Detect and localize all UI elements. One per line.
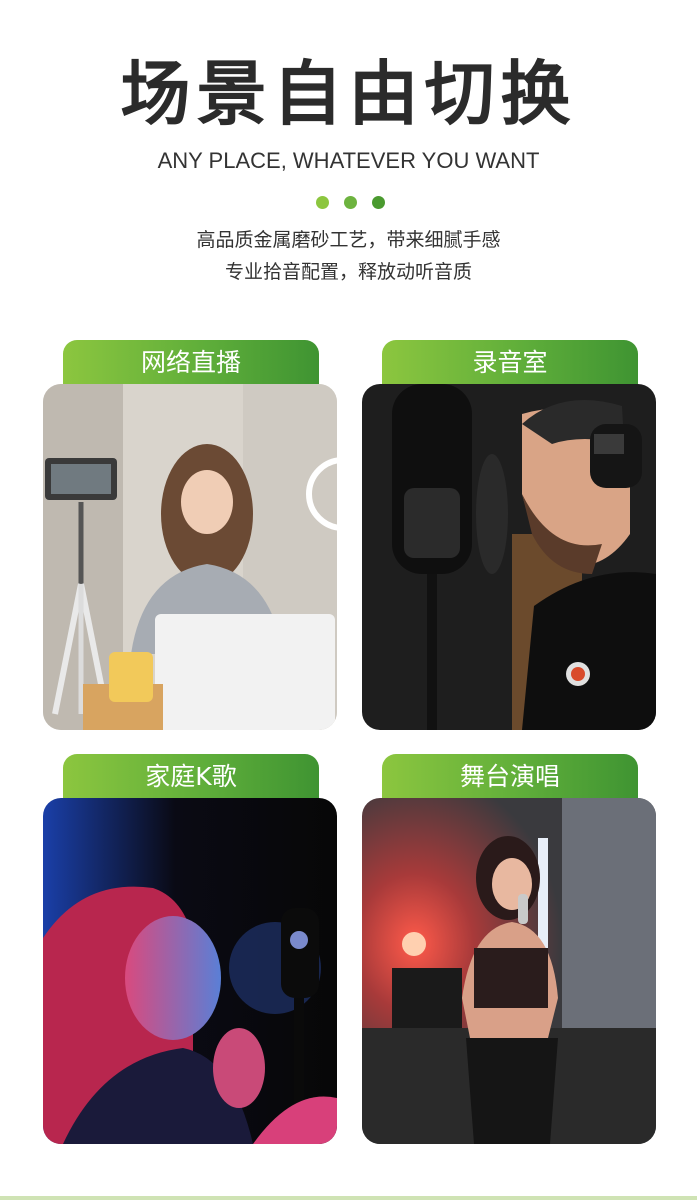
decorative-dots (316, 196, 388, 210)
dot-icon (372, 196, 385, 209)
description-line-1: 高品质金属磨砂工艺，带来细腻手感 (196, 229, 501, 251)
scene-label-karaoke: 家庭K歌 (63, 754, 319, 802)
livestream-photo (43, 384, 337, 730)
scene-label-stage: 舞台演唱 (382, 754, 638, 802)
karaoke-photo (43, 798, 337, 1144)
description-line-2: 专业拾音配置，释放动听音质 (224, 261, 472, 283)
page-subtitle: ANY PLACE, WHATEVER YOU WANT (157, 148, 540, 173)
scene-label-livestream: 网络直播 (63, 340, 319, 388)
dot-icon (316, 196, 329, 209)
page-title: 场景自由切换 (120, 53, 577, 135)
scene-label-studio: 录音室 (382, 340, 638, 388)
bottom-divider (0, 1196, 697, 1200)
dot-icon (344, 196, 357, 209)
stage-photo (362, 798, 656, 1144)
studio-photo (362, 384, 656, 730)
